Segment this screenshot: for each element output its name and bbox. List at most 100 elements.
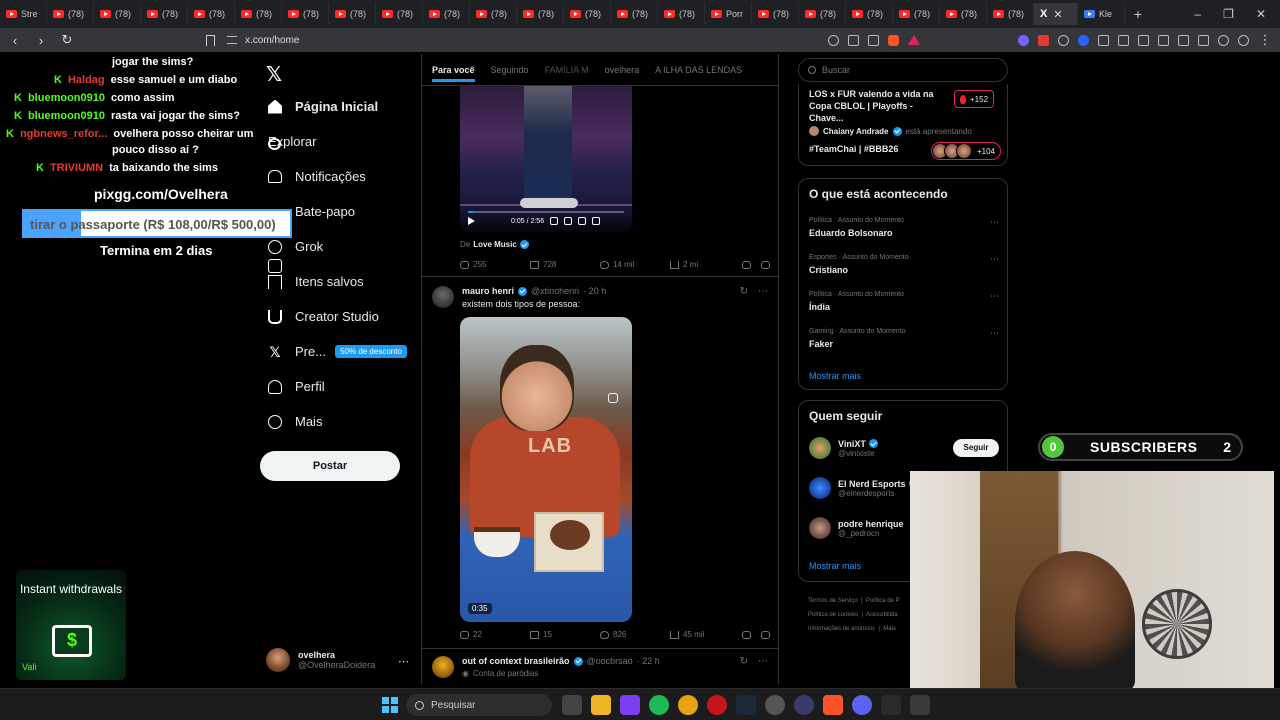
close-icon[interactable]: ✕ — [1053, 8, 1062, 21]
follow-show-more[interactable]: Mostrar mais — [809, 561, 861, 571]
browser-tab[interactable]: Porr — [705, 3, 752, 25]
tab-familia[interactable]: FAMÍLIA M — [545, 65, 589, 75]
trend-more-icon[interactable]: ⋯ — [990, 291, 999, 302]
maximize-icon[interactable]: ❐ — [1223, 7, 1234, 21]
nav-item-notifica-es[interactable]: Notificações — [268, 169, 366, 184]
extension-1-icon[interactable] — [1018, 34, 1029, 46]
live-faces-badge[interactable]: +104 — [931, 142, 1002, 160]
nav-item-pre[interactable]: 𝕏 Pre... 50% de desconto — [268, 344, 407, 359]
browser-tab[interactable]: Kle — [1078, 3, 1125, 25]
nav-item-creator-studio[interactable]: Creator Studio — [268, 309, 379, 324]
trend-item[interactable]: Esportes · Assunto do Momento Cristiano ⋯ — [809, 254, 999, 275]
sidebar-icon[interactable] — [1178, 34, 1189, 46]
source-name[interactable]: Love Music — [473, 240, 517, 249]
browser-tab[interactable]: (78) — [470, 3, 517, 25]
reload-icon[interactable]: ↻ — [60, 32, 74, 48]
live-listeners-badge[interactable]: +152 — [954, 90, 995, 108]
footer-link[interactable]: Informações de anúncios — [808, 626, 875, 632]
live-event-title[interactable]: LOS x FUR valendo a vida na Copa CBLOL |… — [809, 88, 949, 124]
volume-icon[interactable] — [550, 217, 559, 225]
browser-tab[interactable]: (78) — [94, 3, 141, 25]
post3-author[interactable]: out of context brasileirão — [462, 656, 570, 666]
browser-tab[interactable]: (78) — [893, 3, 940, 25]
pip-icon[interactable] — [578, 217, 587, 225]
nav-item-bate-papo[interactable]: Bate-papo — [268, 204, 355, 273]
extension-2-icon[interactable] — [1038, 34, 1049, 46]
share-post-icon[interactable] — [761, 260, 770, 269]
zoom-icon[interactable] — [828, 34, 839, 46]
browser-tab[interactable]: Stre — [0, 3, 47, 25]
live-host[interactable]: Chaiany Andrade — [823, 127, 889, 136]
menu-icon[interactable]: ⋮ — [1258, 32, 1272, 48]
site-settings-icon[interactable] — [227, 36, 237, 44]
post-button[interactable]: Postar — [260, 451, 400, 481]
tab-seguindo[interactable]: Seguindo — [491, 65, 529, 75]
avatar[interactable] — [432, 656, 454, 678]
post-more-icon[interactable]: ⋯ — [758, 656, 768, 667]
browser-tab[interactable]: (78) — [611, 3, 658, 25]
file-icon[interactable] — [562, 695, 582, 715]
epic-games-icon[interactable] — [881, 695, 901, 715]
bookmark-post-icon[interactable] — [742, 260, 751, 269]
views-button[interactable]: 45 mil — [670, 630, 740, 639]
reply-button[interactable]: 255 — [460, 260, 530, 269]
extension-4-icon[interactable] — [1078, 34, 1089, 46]
steam-icon[interactable] — [736, 695, 756, 715]
brave-icon[interactable] — [823, 695, 843, 715]
extension-5-icon[interactable] — [1098, 34, 1109, 46]
post2-author[interactable]: mauro henri — [462, 286, 514, 296]
like-button[interactable]: 826 — [600, 630, 670, 639]
nav-item-mais[interactable]: Mais — [268, 414, 322, 429]
browser-tab[interactable]: (78) — [141, 3, 188, 25]
trend-more-icon[interactable]: ⋯ — [990, 254, 999, 265]
like-button[interactable]: 14 mil — [600, 260, 670, 269]
follow-item[interactable]: El Nerd Esports @elnerdesports — [809, 477, 918, 499]
views-button[interactable]: 2 mi — [670, 260, 740, 269]
footer-link[interactable]: Termos de Serviço — [808, 598, 858, 604]
trend-more-icon[interactable]: ⋯ — [990, 328, 999, 339]
nav-item-explorar[interactable]: Explorar — [268, 134, 316, 150]
trend-more-icon[interactable]: ⋯ — [990, 217, 999, 228]
live-tag[interactable]: #TeamChai | #BBB26 — [809, 144, 898, 154]
grok-post-icon[interactable]: ↻ — [740, 286, 748, 297]
bookmark-post-icon[interactable] — [742, 630, 751, 639]
browser-tab[interactable]: (78) — [564, 3, 611, 25]
settings-icon[interactable] — [564, 217, 573, 225]
app-grid-icon[interactable] — [620, 695, 640, 715]
footer-link[interactable]: Política de P — [866, 598, 900, 604]
trend-item[interactable]: Gaming · Assunto do Momento Faker ⋯ — [809, 328, 999, 349]
nav-item-perfil[interactable]: Perfil — [268, 379, 325, 394]
opera-icon[interactable] — [707, 695, 727, 715]
browser-tab[interactable]: (78) — [329, 3, 376, 25]
browser-tab[interactable]: (78) — [799, 3, 846, 25]
share-icon[interactable] — [868, 34, 879, 46]
nav-item-itens-salvos[interactable]: Itens salvos — [268, 274, 364, 289]
browser-tab[interactable]: (78) — [940, 3, 987, 25]
browser-tab[interactable]: (78) — [282, 3, 329, 25]
media-icon[interactable] — [1158, 34, 1169, 46]
nav-item-grok[interactable]: Grok — [268, 239, 323, 254]
browser-tab[interactable]: (78) — [517, 3, 564, 25]
wallet-icon[interactable] — [1198, 34, 1209, 46]
cast-icon[interactable] — [848, 34, 859, 46]
back-icon[interactable]: ‹ — [8, 33, 22, 48]
search-input[interactable]: Buscar — [798, 58, 1008, 82]
url-field[interactable]: x.com/home — [227, 35, 299, 46]
tab-ilha-das-lendas[interactable]: A ILHA DAS LENDAS — [655, 65, 742, 75]
follow-button[interactable]: Seguir — [953, 439, 999, 457]
bookmark-page-icon[interactable] — [206, 34, 215, 46]
follow-item[interactable]: ViniXT @vinixiste — [809, 437, 878, 459]
browser-tab[interactable]: (78) — [846, 3, 893, 25]
reply-button[interactable]: 22 — [460, 630, 530, 639]
post2-video[interactable]: LAB 0:35 — [460, 317, 632, 622]
repost-button[interactable]: 728 — [530, 260, 600, 269]
footer-link[interactable]: Acessibilida — [866, 612, 898, 618]
browser-tab[interactable]: (78) — [188, 3, 235, 25]
browser-tab[interactable]: (78) — [376, 3, 423, 25]
post3-handle[interactable]: @oocbrsao — [587, 656, 633, 666]
spotify-icon[interactable] — [649, 695, 669, 715]
leo-icon[interactable] — [1218, 34, 1229, 46]
github-icon[interactable] — [765, 695, 785, 715]
fullscreen-icon[interactable] — [592, 217, 601, 225]
post1-video[interactable]: 0:05 / 2:56 — [460, 86, 632, 232]
